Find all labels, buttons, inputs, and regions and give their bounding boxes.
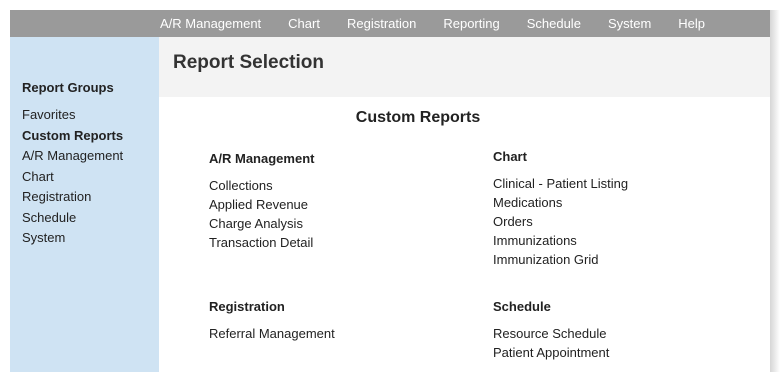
report-link-patient-appointment[interactable]: Patient Appointment: [493, 343, 609, 362]
menu-registration[interactable]: Registration: [347, 16, 416, 31]
report-link-transaction-detail[interactable]: Transaction Detail: [209, 233, 314, 252]
report-group-chart: Chart Clinical - Patient Listing Medicat…: [493, 149, 628, 269]
group-title: Chart: [493, 149, 527, 164]
report-link-immunizations[interactable]: Immunizations: [493, 231, 628, 250]
report-link-resource-schedule[interactable]: Resource Schedule: [493, 324, 609, 343]
report-group-list: Favorites Custom Reports A/R Management …: [22, 105, 123, 249]
sidebar-item-favorites[interactable]: Favorites: [22, 105, 123, 126]
group-title: Registration: [209, 299, 285, 314]
group-title: A/R Management: [209, 151, 315, 166]
sidebar-item-chart[interactable]: Chart: [22, 167, 123, 188]
page-header: Report Selection: [159, 37, 770, 97]
main-nav: A/R Management Chart Registration Report…: [160, 10, 732, 37]
sidebar-item-ar-management[interactable]: A/R Management: [22, 146, 123, 167]
report-link-medications[interactable]: Medications: [493, 193, 628, 212]
report-group-ar-management: A/R Management Collections Applied Reven…: [209, 151, 314, 252]
report-group-registration: Registration Referral Management: [209, 299, 335, 343]
sidebar-heading: Report Groups: [22, 80, 114, 95]
sidebar-item-registration[interactable]: Registration: [22, 187, 123, 208]
sidebar-item-custom-reports[interactable]: Custom Reports: [22, 126, 123, 147]
report-link-clinical-patient-listing[interactable]: Clinical - Patient Listing: [493, 174, 628, 193]
menu-schedule[interactable]: Schedule: [527, 16, 581, 31]
menu-reporting[interactable]: Reporting: [443, 16, 499, 31]
window-shadow: [770, 10, 780, 372]
report-link-applied-revenue[interactable]: Applied Revenue: [209, 195, 314, 214]
page-title: Report Selection: [173, 52, 324, 73]
sidebar: Report Groups Favorites Custom Reports A…: [10, 37, 159, 372]
sidebar-item-system[interactable]: System: [22, 228, 123, 249]
report-link-charge-analysis[interactable]: Charge Analysis: [209, 214, 314, 233]
report-link-collections[interactable]: Collections: [209, 176, 314, 195]
report-group-schedule: Schedule Resource Schedule Patient Appoi…: [493, 299, 609, 362]
group-title: Schedule: [493, 299, 551, 314]
report-link-immunization-grid[interactable]: Immunization Grid: [493, 250, 628, 269]
menu-system[interactable]: System: [608, 16, 651, 31]
top-menu-bar: A/R Management Chart Registration Report…: [10, 10, 770, 37]
menu-chart[interactable]: Chart: [288, 16, 320, 31]
section-title: Custom Reports: [355, 109, 481, 126]
report-link-orders[interactable]: Orders: [493, 212, 628, 231]
sidebar-item-schedule[interactable]: Schedule: [22, 208, 123, 229]
menu-help[interactable]: Help: [678, 16, 705, 31]
menu-ar-management[interactable]: A/R Management: [160, 16, 261, 31]
report-link-referral-management[interactable]: Referral Management: [209, 324, 335, 343]
report-list-panel: Custom Reports A/R Management Collection…: [159, 97, 770, 372]
